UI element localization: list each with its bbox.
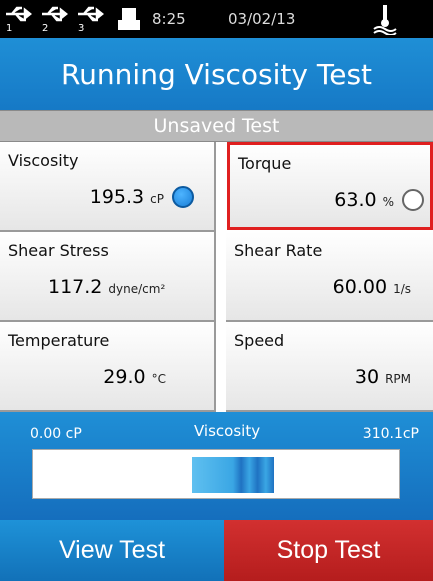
torque-cell[interactable]: Torque 63.0 % (227, 142, 433, 230)
temperature-value: 29.0 (103, 366, 146, 388)
unselected-indicator-icon[interactable] (402, 189, 424, 211)
test-status-banner: Unsaved Test (0, 110, 433, 142)
status-date: 03/02/13 (228, 10, 296, 28)
selected-indicator-icon[interactable] (172, 186, 194, 208)
usb-port-label: 1 (6, 23, 13, 34)
speed-cell[interactable]: Speed 30 RPM (226, 322, 433, 412)
viscosity-range-title: Viscosity (194, 422, 261, 440)
shear-rate-cell[interactable]: Shear Rate 60.00 1/s (226, 232, 433, 322)
status-bar: 1 2 3 8:25 03/02/13 (0, 0, 433, 38)
temperature-unit: °C (151, 372, 166, 386)
shear-rate-unit: 1/s (393, 282, 411, 296)
temperature-probe-icon (372, 3, 398, 36)
printer-icon (117, 6, 141, 32)
viscosity-range-marker (192, 457, 274, 493)
usb-icon: 2 (40, 4, 72, 34)
viscosity-range-panel: 0.00 cP Viscosity 310.1cP (0, 412, 433, 520)
usb-icon: 1 (4, 4, 36, 34)
view-test-button[interactable]: View Test (0, 520, 224, 581)
temperature-cell[interactable]: Temperature 29.0 °C (0, 322, 216, 412)
shear-stress-label: Shear Stress (8, 241, 109, 260)
shear-stress-cell[interactable]: Shear Stress 117.2 dyne/cm² (0, 232, 216, 322)
viscosity-range-track (32, 449, 400, 499)
readings-grid: Viscosity 195.3 cP Torque 63.0 % Shear S… (0, 142, 433, 412)
usb-port-label: 2 (42, 23, 49, 34)
shear-rate-value: 60.00 (332, 276, 388, 298)
usb-icon: 3 (76, 4, 108, 34)
temperature-label: Temperature (8, 331, 110, 350)
shear-stress-unit: dyne/cm² (108, 282, 166, 296)
viscosity-value: 195.3 (89, 186, 145, 208)
bottom-actions: View Test Stop Test (0, 520, 433, 581)
speed-value: 30 (354, 366, 380, 388)
viscosity-range-min: 0.00 cP (30, 426, 82, 442)
shear-stress-value: 117.2 (48, 276, 103, 298)
usb-port-label: 3 (78, 23, 85, 34)
viscosity-label: Viscosity (8, 151, 79, 170)
shear-rate-label: Shear Rate (234, 241, 323, 260)
speed-label: Speed (234, 331, 285, 350)
torque-unit: % (382, 195, 394, 209)
page-title: Running Viscosity Test (0, 38, 433, 110)
torque-value: 63.0 (334, 189, 377, 211)
viscosity-unit: cP (150, 192, 164, 206)
viscosity-range-max: 310.1cP (362, 426, 419, 442)
stop-test-button[interactable]: Stop Test (224, 520, 433, 581)
viscosity-cell[interactable]: Viscosity 195.3 cP (0, 142, 216, 232)
speed-unit: RPM (385, 372, 411, 386)
torque-label: Torque (238, 154, 292, 173)
status-time: 8:25 (152, 10, 186, 28)
